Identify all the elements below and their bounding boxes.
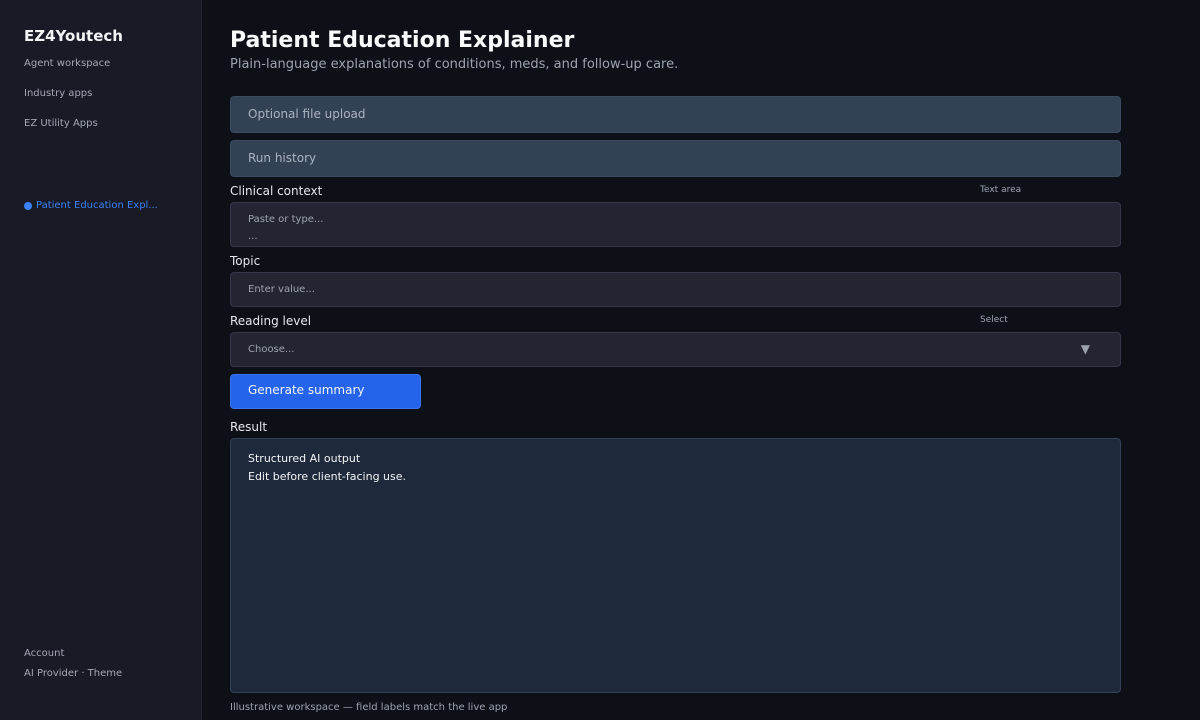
nav-ez-utility-apps[interactable]: EZ Utility Apps (24, 118, 98, 129)
clinical-context-label: Clinical context (230, 184, 323, 198)
result-line2: Edit before client-facing use. (248, 470, 407, 483)
page-subtitle: Plain-language explanations of condition… (230, 57, 679, 72)
result-line1: Structured AI output (248, 452, 361, 465)
file-upload-section[interactable]: Optional file upload (230, 96, 1121, 133)
nav-industry-apps[interactable]: Industry apps (24, 88, 92, 99)
page-title: Patient Education Explainer (230, 28, 575, 53)
reading-level-placeholder: Choose... (248, 344, 295, 355)
footer-note: Illustrative workspace — field labels ma… (230, 702, 508, 713)
textarea-placeholder-line2: ... (248, 231, 258, 242)
nav-ai-provider-theme[interactable]: AI Provider · Theme (24, 668, 122, 679)
clinical-context-textarea[interactable]: Paste or type... ... (230, 202, 1121, 247)
reading-level-type: Select (980, 315, 1008, 325)
topic-label: Topic (230, 254, 261, 268)
sidebar: EZ4Youtech Agent workspace Industry apps… (0, 0, 202, 720)
reading-level-label: Reading level (230, 314, 312, 328)
clinical-context-type: Text area (980, 185, 1022, 195)
nav-active-app-label: Patient Education Expl... (36, 200, 158, 211)
active-dot-icon (24, 201, 32, 210)
textarea-placeholder-line1: Paste or type... (248, 214, 324, 225)
result-output[interactable]: Structured AI output Edit before client-… (230, 438, 1121, 693)
chevron-down-icon: ▼ (1080, 342, 1090, 356)
nav-agent-workspace[interactable]: Agent workspace (24, 58, 110, 69)
reading-level-select[interactable]: Choose... ▼ (230, 332, 1121, 367)
nav-active-app[interactable]: Patient Education Expl... (24, 200, 164, 211)
topic-input[interactable]: Enter value... (230, 272, 1121, 307)
topic-placeholder: Enter value... (248, 284, 315, 295)
generate-summary-button[interactable]: Generate summary (230, 374, 421, 409)
nav-account[interactable]: Account (24, 648, 64, 659)
app-root: EZ4Youtech Agent workspace Industry apps… (0, 0, 1200, 720)
brand-logo[interactable]: EZ4Youtech (24, 27, 123, 45)
result-label: Result (230, 420, 268, 434)
run-history-section[interactable]: Run history (230, 140, 1121, 177)
